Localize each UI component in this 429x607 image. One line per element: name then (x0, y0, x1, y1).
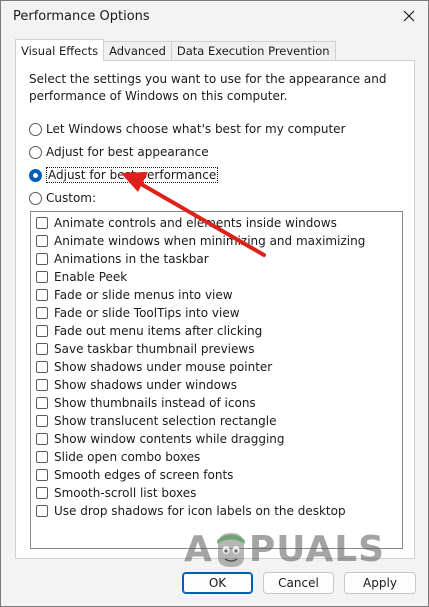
effect-checkbox[interactable] (36, 343, 48, 355)
effect-item[interactable]: Fade or slide menus into view (36, 286, 233, 304)
effect-item[interactable]: Fade out menu items after clicking (36, 322, 262, 340)
radio-button (29, 122, 42, 136)
effect-label: Fade out menu items after clicking (54, 324, 263, 338)
radio-button (29, 145, 42, 159)
radio-label: Let Windows choose what's best for my co… (46, 122, 346, 136)
effect-checkbox[interactable] (36, 235, 48, 247)
effect-label: Smooth edges of screen fonts (54, 468, 234, 482)
effect-item[interactable]: Animate windows when minimizing and maxi… (36, 232, 365, 250)
description-text: Select the settings you want to use for … (29, 72, 387, 103)
effect-item[interactable]: Show window contents while dragging (36, 430, 285, 448)
mascot-head-icon (216, 532, 245, 567)
effect-label: Smooth-scroll list boxes (54, 486, 197, 500)
effect-item[interactable]: Slide open combo boxes (36, 448, 200, 466)
effect-checkbox[interactable] (36, 217, 48, 229)
effect-checkbox[interactable] (36, 415, 48, 427)
effect-label: Save taskbar thumbnail previews (54, 342, 255, 356)
effect-item[interactable]: Show shadows under windows (36, 376, 237, 394)
window-title: Performance Options (13, 9, 150, 24)
watermark-letter-a: A (184, 529, 213, 570)
effect-item[interactable]: Show thumbnails instead of icons (36, 394, 256, 412)
ok-button[interactable]: OK (182, 572, 253, 594)
effect-label: Animate controls and elements inside win… (54, 216, 337, 230)
effect-item[interactable]: Show shadows under mouse pointer (36, 358, 272, 376)
effect-checkbox[interactable] (36, 487, 48, 499)
radio-label: Custom: (46, 191, 97, 205)
close-icon (403, 10, 415, 22)
effect-checkbox[interactable] (36, 469, 48, 481)
effect-label: Show window contents while dragging (54, 432, 285, 446)
effect-item[interactable]: Enable Peek (36, 268, 127, 286)
effect-checkbox[interactable] (36, 289, 48, 301)
effect-checkbox[interactable] (36, 451, 48, 463)
close-button[interactable] (398, 5, 420, 27)
visual-effects-list[interactable]: Animate controls and elements inside win… (30, 211, 403, 549)
radio-let-windows-choose[interactable]: Let Windows choose what's best for my co… (29, 120, 346, 138)
radio-best-performance[interactable]: Adjust for best performance (29, 166, 219, 184)
effect-label: Use drop shadows for icon labels on the … (54, 504, 346, 518)
radio-best-appearance[interactable]: Adjust for best appearance (29, 143, 209, 161)
effect-label: Animations in the taskbar (54, 252, 209, 266)
effect-label: Fade or slide ToolTips into view (54, 306, 240, 320)
effect-item[interactable]: Smooth-scroll list boxes (36, 484, 196, 502)
apply-button[interactable]: Apply (344, 572, 416, 594)
cancel-button[interactable]: Cancel (263, 572, 334, 594)
performance-options-window: Performance Options Visual Effects Advan… (0, 0, 429, 607)
tab-advanced[interactable]: Advanced (103, 41, 172, 61)
effect-checkbox[interactable] (36, 253, 48, 265)
appuals-watermark: A PUALS (184, 529, 385, 570)
effect-item[interactable]: Fade or slide ToolTips into view (36, 304, 240, 322)
effect-checkbox[interactable] (36, 325, 48, 337)
effect-label: Slide open combo boxes (54, 450, 201, 464)
effect-item[interactable]: Smooth edges of screen fonts (36, 466, 233, 484)
effect-label: Show shadows under windows (54, 378, 237, 392)
effect-item[interactable]: Animate controls and elements inside win… (36, 214, 337, 232)
radio-button (29, 191, 42, 205)
effect-item[interactable]: Save taskbar thumbnail previews (36, 340, 254, 358)
effect-item[interactable]: Animations in the taskbar (36, 250, 209, 268)
radio-label: Adjust for best performance (46, 167, 219, 183)
effect-label: Enable Peek (54, 270, 128, 284)
effect-checkbox[interactable] (36, 379, 48, 391)
effect-item[interactable]: Use drop shadows for icon labels on the … (36, 502, 346, 520)
effect-label: Show translucent selection rectangle (54, 414, 277, 428)
effect-label: Fade or slide menus into view (54, 288, 233, 302)
visual-effects-panel: Select the settings you want to use for … (15, 60, 415, 559)
effect-checkbox[interactable] (36, 361, 48, 373)
title-bar: Performance Options (1, 1, 428, 33)
effect-item[interactable]: Show translucent selection rectangle (36, 412, 277, 430)
tab-visual-effects[interactable]: Visual Effects (15, 39, 105, 61)
effect-label: Show shadows under mouse pointer (54, 360, 273, 374)
tab-strip: Visual Effects Advanced Data Execution P… (15, 39, 336, 61)
radio-custom[interactable]: Custom: (29, 189, 96, 207)
effect-checkbox[interactable] (36, 433, 48, 445)
effect-label: Show thumbnails instead of icons (54, 396, 256, 410)
effect-checkbox[interactable] (36, 307, 48, 319)
radio-button-selected (29, 168, 42, 182)
watermark-letters-puals: PUALS (248, 529, 386, 570)
effect-checkbox[interactable] (36, 271, 48, 283)
effect-label: Animate windows when minimizing and maxi… (54, 234, 366, 248)
tab-data-execution-prevention[interactable]: Data Execution Prevention (170, 41, 336, 61)
effect-checkbox[interactable] (36, 397, 48, 409)
radio-label: Adjust for best appearance (46, 145, 209, 159)
effect-checkbox[interactable] (36, 505, 48, 517)
